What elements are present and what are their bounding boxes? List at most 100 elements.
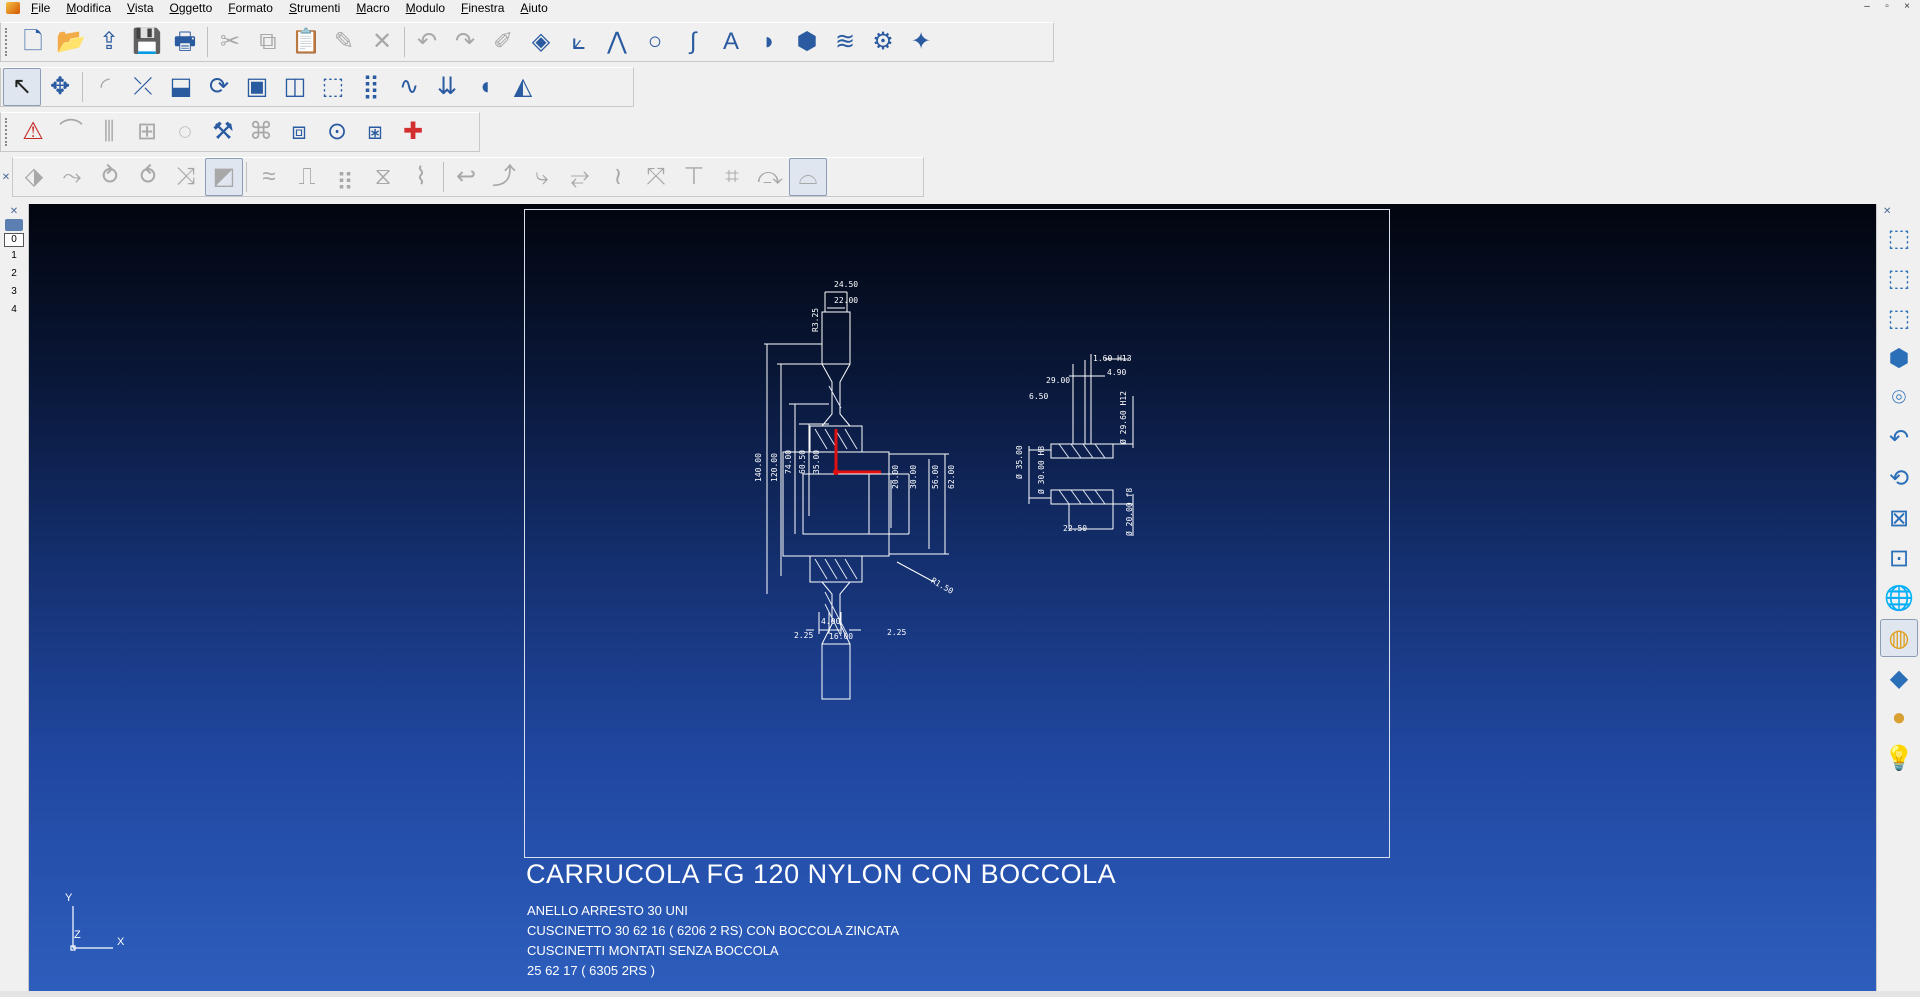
fillet-curve-icon[interactable]: ◜: [86, 68, 124, 106]
polyline-icon[interactable]: ⋀: [598, 23, 636, 61]
material-sphere-icon[interactable]: ●: [1880, 699, 1918, 737]
transform-icon[interactable]: ✥: [41, 68, 79, 106]
inspect-icon[interactable]: ⊙: [318, 113, 356, 151]
toolbar-grip[interactable]: [5, 118, 11, 146]
surface-tool-10-icon[interactable]: ⧖: [364, 158, 402, 196]
select-arrow-icon[interactable]: ↖: [3, 68, 41, 106]
zoom-window-icon[interactable]: ⊡: [1880, 539, 1918, 577]
undo-icon[interactable]: ↶: [408, 23, 446, 61]
blend-icon[interactable]: ◌: [166, 113, 204, 151]
view-top-icon[interactable]: ⬚: [1880, 299, 1918, 337]
menu-oggetto[interactable]: Oggetto: [163, 0, 222, 16]
plane-icon[interactable]: ◆: [1880, 659, 1918, 697]
render-icon[interactable]: ◈: [522, 23, 560, 61]
surface-tool-6-icon[interactable]: ◩: [205, 158, 243, 196]
wireframe-globe-icon[interactable]: 🌐: [1880, 579, 1918, 617]
copy-icon[interactable]: ⧉: [249, 23, 287, 61]
surface-tool-8-icon[interactable]: ⎍: [288, 158, 326, 196]
extrude-icon[interactable]: ⬓: [162, 68, 200, 106]
curve-tool-4-icon[interactable]: ⥂: [561, 158, 599, 196]
layer-item[interactable]: 4: [0, 301, 28, 319]
close-toolbar-icon[interactable]: ✕: [0, 172, 12, 183]
curve-tool-5-icon[interactable]: ≀: [599, 158, 637, 196]
delete-icon[interactable]: ✕: [363, 23, 401, 61]
menu-modulo[interactable]: Modulo: [399, 0, 454, 16]
split-icon[interactable]: ⫼: [90, 113, 128, 151]
rotate-view-icon[interactable]: ⟲: [1880, 459, 1918, 497]
print-icon[interactable]: 🖶: [166, 23, 204, 61]
toolbar-grip[interactable]: [5, 28, 11, 56]
light-bulb-icon[interactable]: 💡: [1880, 739, 1918, 777]
fillet-edge-icon[interactable]: ⌒: [52, 113, 90, 151]
save-icon[interactable]: 💾: [128, 23, 166, 61]
view-iso-icon[interactable]: ⬢: [1880, 339, 1918, 377]
curve-tool-10-icon[interactable]: ⌓: [789, 158, 827, 196]
menu-modifica[interactable]: Modifica: [59, 0, 120, 16]
shell-icon[interactable]: ◖: [466, 68, 504, 106]
curve-tool-7-icon[interactable]: ⊤: [675, 158, 713, 196]
patch-icon[interactable]: ⌘: [242, 113, 280, 151]
menu-vista[interactable]: Vista: [120, 0, 162, 16]
curve-tool-9-icon[interactable]: ⤼: [751, 158, 789, 196]
surface-tool-7-icon[interactable]: ≈: [250, 158, 288, 196]
restore-button[interactable]: ▫: [1878, 0, 1896, 14]
sketch-icon[interactable]: ✐: [484, 23, 522, 61]
curve-tool-1-icon[interactable]: ↩: [447, 158, 485, 196]
undo-view-icon[interactable]: ↶: [1880, 419, 1918, 457]
menu-macro[interactable]: Macro: [349, 0, 398, 16]
import-icon[interactable]: ⇪: [90, 23, 128, 61]
surface-tool-11-icon[interactable]: ⌇: [402, 158, 440, 196]
curve-tool-3-icon[interactable]: ⤷: [523, 158, 561, 196]
camera-icon[interactable]: ⌾: [1880, 379, 1918, 417]
axes-icon[interactable]: ⟀: [560, 23, 598, 61]
wave-surface-icon[interactable]: ∿: [390, 68, 428, 106]
curve-tool-6-icon[interactable]: ⤧: [637, 158, 675, 196]
paste-icon[interactable]: 📋: [287, 23, 325, 61]
solid-icon[interactable]: ⬢: [788, 23, 826, 61]
curve-tool-2-icon[interactable]: ⤴: [485, 158, 523, 196]
magic-wand-icon[interactable]: ✦: [902, 23, 940, 61]
gears-icon[interactable]: ⚙: [864, 23, 902, 61]
boolean-union-icon[interactable]: ▣: [238, 68, 276, 106]
menu-formato[interactable]: Formato: [221, 0, 282, 16]
close-button[interactable]: ×: [1898, 0, 1916, 14]
menu-finestra[interactable]: Finestra: [454, 0, 513, 16]
surface-tool-5-icon[interactable]: ⤨: [167, 158, 205, 196]
text-icon[interactable]: A: [712, 23, 750, 61]
layer-item[interactable]: 0: [4, 233, 24, 247]
trim-icon[interactable]: ⤫: [124, 68, 162, 106]
surface-tool-3-icon[interactable]: ⥁: [91, 158, 129, 196]
edit-icon[interactable]: ✎: [325, 23, 363, 61]
box-icon[interactable]: ⬚: [314, 68, 352, 106]
surface-tool-9-icon[interactable]: ⣶: [326, 158, 364, 196]
revolve-icon[interactable]: ⟳: [200, 68, 238, 106]
warning-icon[interactable]: ⚠: [14, 113, 52, 151]
drawing-viewport[interactable]: 24.50 22.00 R3.25 140.00 120.00 74.00 60…: [29, 204, 1876, 991]
layer-item[interactable]: 3: [0, 283, 28, 301]
pyramid-icon[interactable]: ◭: [504, 68, 542, 106]
layer-item[interactable]: 2: [0, 265, 28, 283]
zoom-extents-icon[interactable]: ⊠: [1880, 499, 1918, 537]
cut-icon[interactable]: ✂: [211, 23, 249, 61]
surface-tool-4-icon[interactable]: ⥀: [129, 158, 167, 196]
close-panel-icon[interactable]: ✕: [0, 206, 28, 217]
app-icon[interactable]: [6, 2, 20, 14]
view-front-icon[interactable]: ⬚: [1880, 219, 1918, 257]
section-icon[interactable]: ⧆: [356, 113, 394, 151]
assembly-icon[interactable]: ⧈: [280, 113, 318, 151]
redo-icon[interactable]: ↷: [446, 23, 484, 61]
menu-aiuto[interactable]: Aiuto: [513, 0, 556, 16]
heal-icon[interactable]: ✚: [394, 113, 432, 151]
curve-tool-8-icon[interactable]: ⌗: [713, 158, 751, 196]
layers-icon[interactable]: ≋: [826, 23, 864, 61]
project-icon[interactable]: ⇊: [428, 68, 466, 106]
array-icon[interactable]: ⣿: [352, 68, 390, 106]
curve-icon[interactable]: ∫: [674, 23, 712, 61]
join-icon[interactable]: ⊞: [128, 113, 166, 151]
open-folder-icon[interactable]: 📂: [52, 23, 90, 61]
circle-icon[interactable]: ○: [636, 23, 674, 61]
boolean-subtract-icon[interactable]: ◫: [276, 68, 314, 106]
surface-tool-2-icon[interactable]: ⤳: [53, 158, 91, 196]
menu-file[interactable]: File: [24, 0, 59, 16]
shaded-globe-icon[interactable]: ◍: [1880, 619, 1918, 657]
